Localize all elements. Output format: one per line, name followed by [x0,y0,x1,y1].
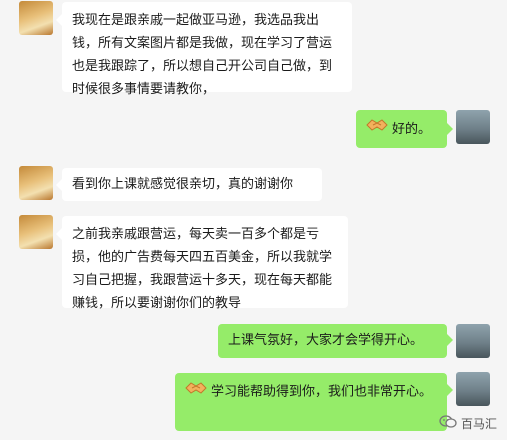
contact-avatar[interactable] [19,166,53,200]
message-bubble[interactable]: 学习能帮助得到你，我们也非常开心。 [175,373,447,431]
message-bubble[interactable]: 看到你上课就感觉很亲切，真的谢谢你 [62,168,322,201]
message-text: 看到你上课就感觉很亲切，真的谢谢你 [72,177,294,192]
message-bubble[interactable]: 上课气氛好，大家才会学得开心。 [218,324,447,358]
contact-avatar[interactable] [19,1,53,35]
message-bubble[interactable]: 之前我亲戚跟营运，每天卖一百多个都是亏损，他的广告费每天四五百美金，所以我就学习… [62,216,348,311]
user-avatar[interactable] [456,372,490,406]
message-bubble[interactable]: 我现在是跟亲戚一起做亚马逊，我选品我出钱，所有文案图片都是我做，现在学习了营运也… [62,2,352,97]
message-bubble[interactable]: 好的。 [356,110,447,148]
bubble-tail [447,384,453,396]
handshake-icon [185,380,207,404]
wechat-channel-icon [439,415,457,432]
contact-avatar[interactable] [19,215,53,249]
bubble-tail [447,334,453,346]
bubble-tail [447,123,453,135]
user-avatar[interactable] [456,110,490,144]
message-text: 之前我亲戚跟营运，每天卖一百多个都是亏损，他的广告费每天四五百美金，所以我就学习… [72,227,333,311]
message-text: 上课气氛好，大家才会学得开心。 [228,333,424,348]
watermark-text: 百马汇 [460,417,497,431]
message-text: 我现在是跟亲戚一起做亚马逊，我选品我出钱，所有文案图片都是我做，现在学习了营运也… [72,13,333,97]
user-avatar[interactable] [456,324,490,358]
watermark: 百马汇 [439,415,497,432]
message-text: 学习能帮助得到你，我们也非常开心。 [211,384,433,400]
message-text: 好的。 [392,122,432,137]
handshake-icon [366,117,388,142]
